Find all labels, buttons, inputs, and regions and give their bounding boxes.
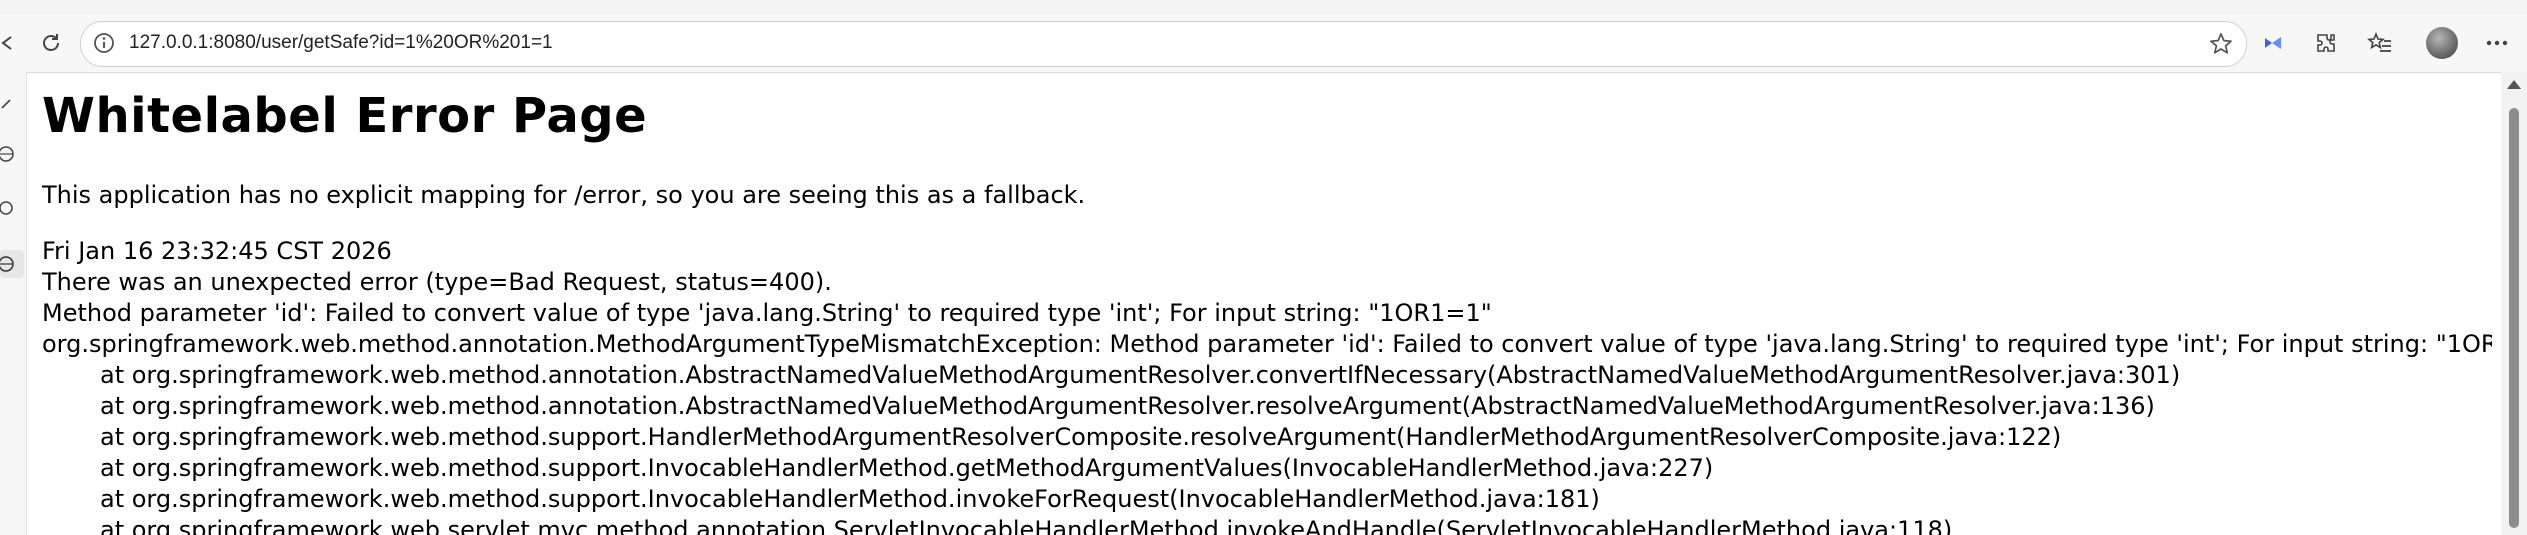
- url-text[interactable]: 127.0.0.1:8080/user/getSafe?id=1%20OR%20…: [129, 32, 553, 54]
- scroll-thumb[interactable]: [2509, 108, 2519, 528]
- timestamp-text: Fri Jan 16 23:32:45 CST 2026: [42, 237, 392, 265]
- reload-icon[interactable]: [36, 28, 66, 58]
- stack-trace-line: at org.springframework.web.method.suppor…: [100, 423, 2062, 451]
- browser-toolbar: 127.0.0.1:8080/user/getSafe?id=1%20OR%20…: [0, 14, 2527, 73]
- favorites-list-icon[interactable]: [2365, 28, 2395, 58]
- exception-text: org.springframework.web.method.annotatio…: [42, 330, 2492, 358]
- description-text: This application has no explicit mapping…: [42, 181, 1086, 209]
- error-summary: There was an unexpected error (type=Bad …: [42, 268, 832, 296]
- sidebar-app-icon[interactable]: [0, 198, 20, 218]
- sidebar-globe-icon[interactable]: [0, 144, 20, 164]
- stack-trace-line: at org.springframework.web.servlet.mvc.m…: [100, 516, 1953, 535]
- stack-trace-line: at org.springframework.web.method.suppor…: [100, 454, 1714, 482]
- star-icon[interactable]: [2208, 31, 2234, 57]
- info-icon[interactable]: [93, 32, 115, 54]
- vertical-sidebar: [0, 72, 27, 535]
- stack-trace-line: at org.springframework.web.method.annota…: [100, 392, 2155, 420]
- back-arrow-icon[interactable]: [0, 28, 22, 58]
- stack-trace-line: at org.springframework.web.method.annota…: [100, 361, 2181, 389]
- scroll-up-arrow-icon[interactable]: [2507, 80, 2521, 89]
- page-content: Whitelabel Error Page This application h…: [42, 80, 2492, 535]
- avatar[interactable]: [2426, 27, 2458, 59]
- vertical-scrollbar[interactable]: [2501, 72, 2527, 535]
- more-menu-icon[interactable]: [2482, 28, 2512, 58]
- sidebar-globe-active-icon[interactable]: [0, 250, 24, 278]
- puzzle-extension-icon[interactable]: [2258, 28, 2288, 58]
- puzzle-icon[interactable]: [2311, 28, 2341, 58]
- address-bar[interactable]: 127.0.0.1:8080/user/getSafe?id=1%20OR%20…: [80, 21, 2247, 67]
- window-title-strip: [0, 0, 2527, 14]
- sidebar-pen-icon[interactable]: [0, 92, 20, 112]
- error-message: Method parameter 'id': Failed to convert…: [42, 299, 1492, 327]
- stack-trace-line: at org.springframework.web.method.suppor…: [100, 485, 1600, 513]
- page-title: Whitelabel Error Page: [42, 88, 648, 144]
